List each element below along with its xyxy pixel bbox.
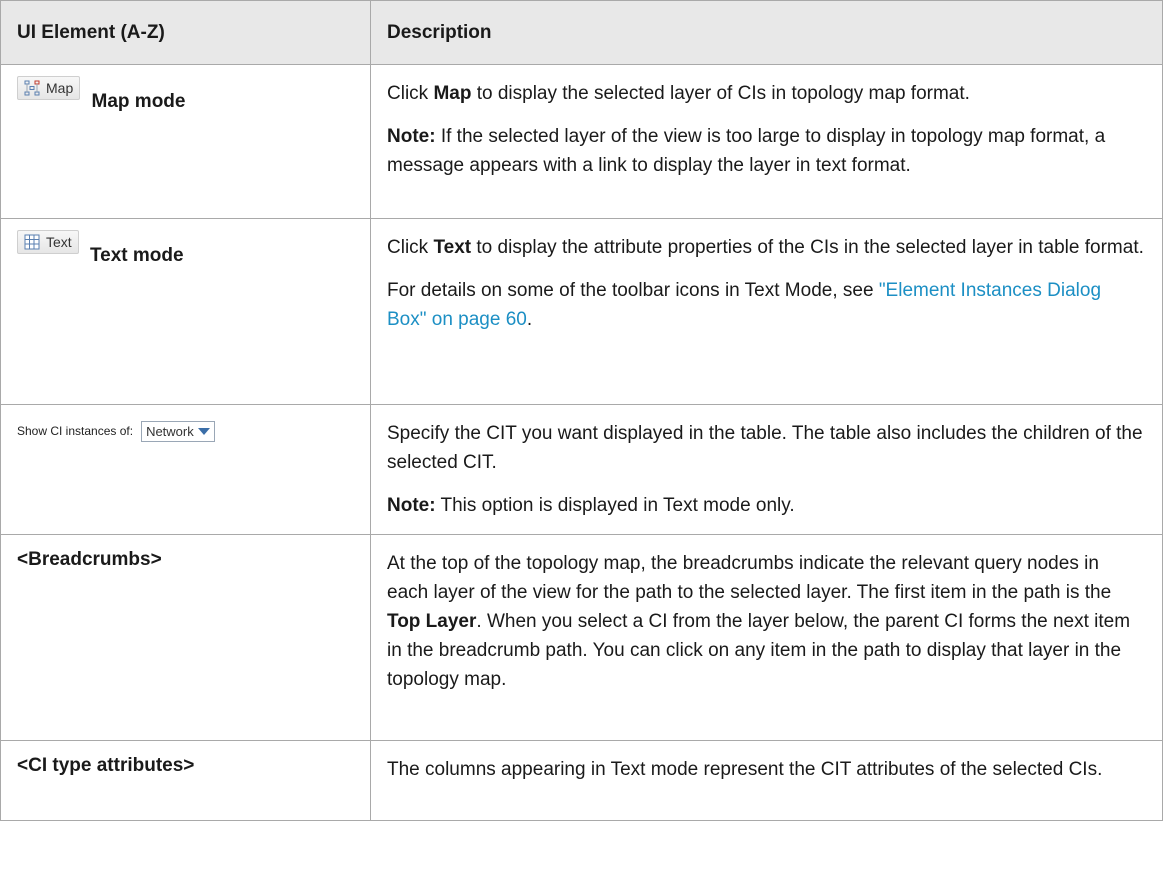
showci-note-text: This option is displayed in Text mode on… <box>435 495 795 516</box>
description-cell: Specify the CIT you want displayed in th… <box>370 404 1163 535</box>
table-row: Show CI instances of: Network Specify th… <box>0 404 1163 535</box>
description-cell: Click Text to display the attribute prop… <box>370 218 1163 405</box>
map-description: Click Map to display the selected layer … <box>387 79 1144 108</box>
map-desc-bold: Map <box>433 83 472 104</box>
element-cell: <CI type attributes> <box>0 740 371 821</box>
cit-select-value: Network <box>146 423 194 439</box>
citype-description: The columns appearing in Text mode repre… <box>387 759 1103 780</box>
table-row: Text Text mode Click Text to display the… <box>0 218 1163 405</box>
header-description: Description <box>370 0 1163 65</box>
text-mode-name: Text mode <box>89 245 184 266</box>
map-button-label: Map <box>46 80 74 96</box>
text-desc-pre: Click <box>387 237 434 258</box>
text-details-pre: For details on some of the toolbar icons… <box>387 280 879 301</box>
map-desc-pre: Click <box>387 83 434 104</box>
text-desc-post: to display the attribute properties of t… <box>471 237 1144 258</box>
breadcrumbs-desc-bold: Top Layer <box>387 611 477 632</box>
element-cell: <Breadcrumbs> <box>0 534 371 741</box>
cit-select: Network <box>141 420 215 442</box>
description-cell: Click Map to display the selected layer … <box>370 64 1163 219</box>
table-row: Map Map mode Click Map to display the se… <box>0 64 1163 219</box>
showci-note-label: Note: <box>387 495 436 516</box>
breadcrumbs-desc-pre: At the top of the topology map, the brea… <box>387 553 1112 603</box>
text-details-post: . <box>526 309 533 330</box>
table-grid-icon <box>24 234 40 250</box>
map-note-label: Note: <box>387 126 436 147</box>
map-note-text: If the selected layer of the view is too… <box>387 126 1106 176</box>
header-ui-element: UI Element (A-Z) <box>0 0 371 65</box>
text-description: Click Text to display the attribute prop… <box>387 233 1144 262</box>
element-cell: Text Text mode <box>0 218 371 405</box>
breadcrumbs-desc-post: . When you select a CI from the layer be… <box>387 611 1131 690</box>
breadcrumbs-description: At the top of the topology map, the brea… <box>387 549 1144 694</box>
showci-note: Note: This option is displayed in Text m… <box>387 491 1144 520</box>
header-col2-label: Description <box>387 21 492 43</box>
table-row: <Breadcrumbs> At the top of the topology… <box>0 534 1163 741</box>
text-desc-bold: Text <box>433 237 472 258</box>
show-ci-instances-control: Show CI instances of: Network <box>17 420 215 442</box>
text-mode-button: Text <box>17 230 79 254</box>
show-ci-label: Show CI instances of: <box>17 424 134 438</box>
header-col1-label: UI Element (A-Z) <box>17 21 165 43</box>
description-cell: At the top of the topology map, the brea… <box>370 534 1163 741</box>
map-desc-post: to display the selected layer of CIs in … <box>471 83 970 104</box>
table-header-row: UI Element (A-Z) Description <box>0 0 1163 65</box>
topology-map-icon <box>24 80 40 96</box>
ui-elements-table: UI Element (A-Z) Description Map Map mod… <box>0 0 1163 821</box>
map-mode-name: Map mode <box>91 91 186 112</box>
citype-name: <CI type attributes> <box>17 755 195 776</box>
breadcrumbs-name: <Breadcrumbs> <box>17 549 162 570</box>
text-button-label: Text <box>46 234 72 250</box>
description-cell: The columns appearing in Text mode repre… <box>370 740 1163 821</box>
text-details: For details on some of the toolbar icons… <box>387 276 1144 334</box>
map-mode-button: Map <box>17 76 81 100</box>
map-note: Note: If the selected layer of the view … <box>387 122 1144 180</box>
element-cell: Show CI instances of: Network <box>0 404 371 535</box>
showci-description: Specify the CIT you want displayed in th… <box>387 423 1143 473</box>
table-row: <CI type attributes> The columns appeari… <box>0 740 1163 821</box>
element-cell: Map Map mode <box>0 64 371 219</box>
dropdown-arrow-icon <box>197 427 210 435</box>
